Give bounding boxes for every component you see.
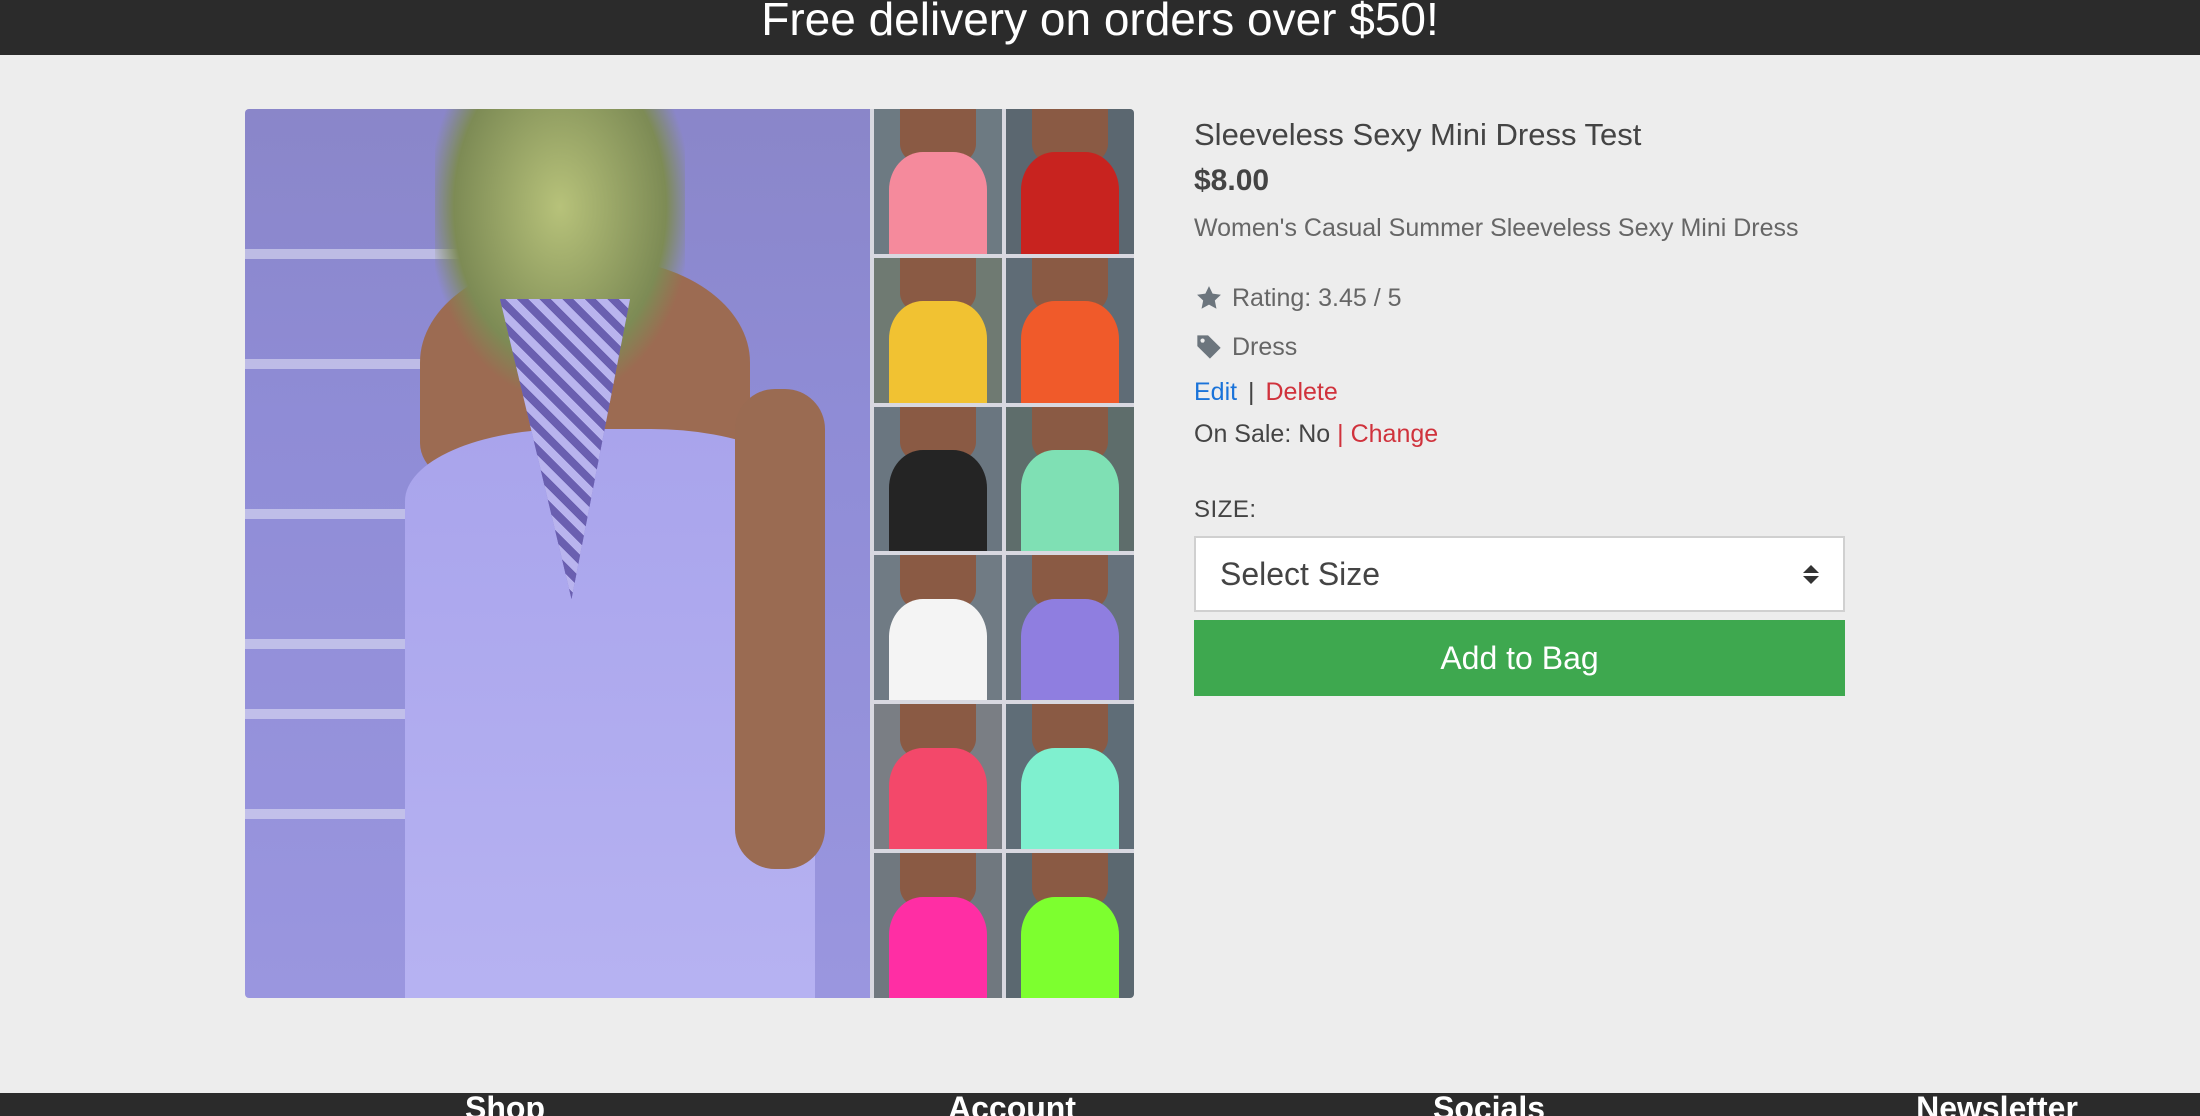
footer-heading-account: Account [948,1093,1076,1116]
product-main-photo [245,109,870,998]
color-swatch [874,704,1002,850]
footer-heading-newsletter: Newsletter [1916,1093,2078,1116]
color-swatch [1006,406,1134,552]
product-description: Women's Casual Summer Sleeveless Sexy Mi… [1194,214,1799,242]
delete-link[interactable]: Delete [1266,378,1338,406]
size-label: SIZE: [1194,496,1257,523]
footer-heading-socials: Socials [1432,1093,1546,1116]
change-sale-link[interactable]: | Change [1337,420,1438,448]
color-swatch [1006,853,1134,998]
color-swatch [874,109,1002,254]
promo-banner-text: Free delivery on orders over $50! [761,0,1439,45]
footer: Shop Account Socials Newsletter [0,1093,2200,1116]
category-text: Dress [1232,333,1298,361]
color-swatch [874,555,1002,701]
star-icon [1194,283,1224,313]
color-swatch [874,257,1002,403]
color-swatch [1006,109,1134,254]
product-details: Sleeveless Sexy Mini Dress Test $8.00 Wo… [1194,110,1845,696]
color-swatch [1006,704,1134,850]
size-select[interactable]: Select Size [1194,536,1845,612]
product-rating: Rating: 3.45 / 5 [1194,282,1844,314]
tag-icon [1194,332,1224,362]
product-price: $8.00 [1194,164,1270,197]
color-swatch [1006,555,1134,701]
size-select-value: Select Size [1220,555,1381,592]
product-image [245,109,1134,998]
footer-heading-shop: Shop [465,1093,545,1116]
admin-actions: Edit | Delete [1194,376,1844,408]
product-color-variants [870,109,1134,998]
color-swatch [1006,257,1134,403]
promo-banner: Free delivery on orders over $50! [0,0,2200,55]
color-swatch [874,406,1002,552]
product-category: Dress [1194,331,1844,363]
on-sale-text: On Sale: No [1194,420,1331,448]
on-sale-status: On Sale: No | Change [1194,418,1844,450]
color-swatch [874,853,1002,998]
add-to-bag-button[interactable]: Add to Bag [1194,620,1845,696]
rating-text: Rating: 3.45 / 5 [1232,284,1402,312]
edit-link[interactable]: Edit [1194,378,1237,406]
action-separator: | [1248,378,1255,406]
select-arrows-icon [1803,564,1819,584]
product-title: Sleeveless Sexy Mini Dress Test [1194,117,1642,152]
